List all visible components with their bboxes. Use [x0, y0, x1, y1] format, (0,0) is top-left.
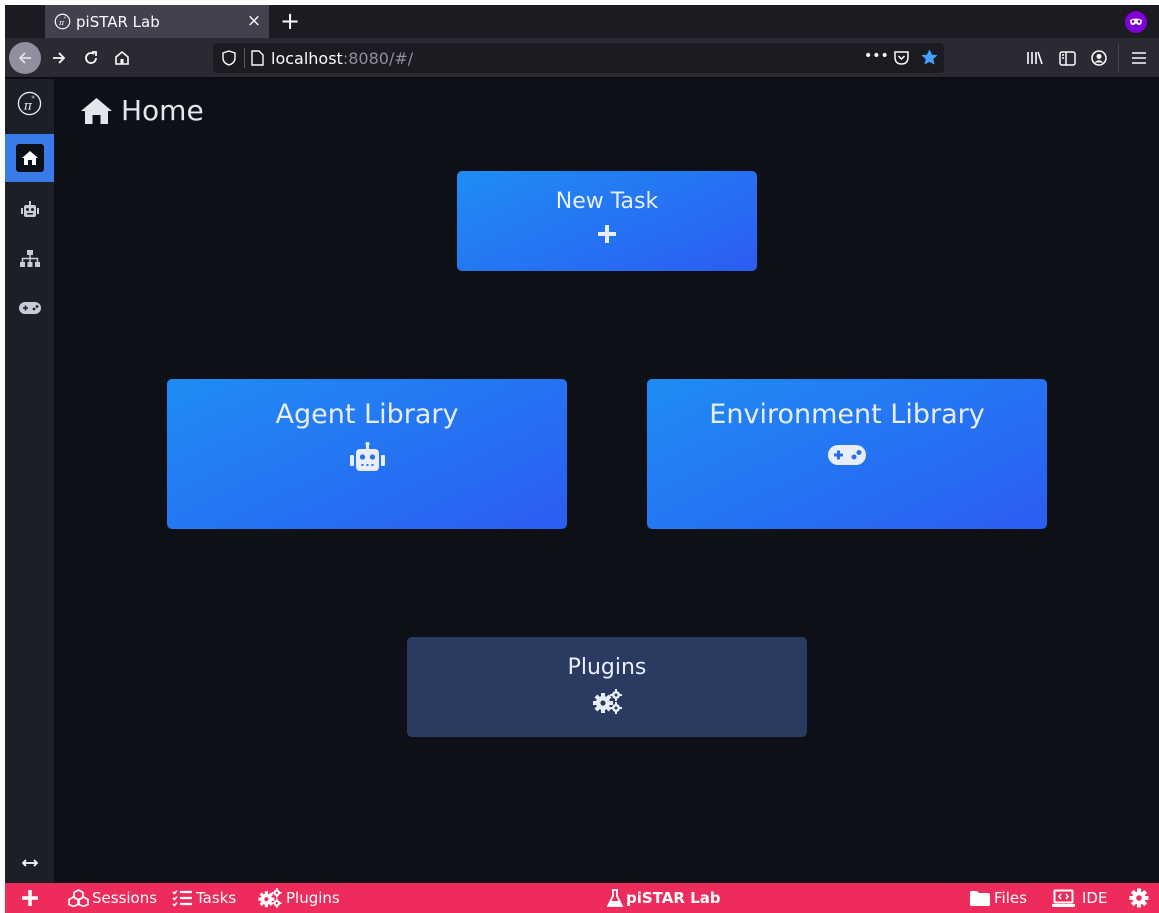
- gear-icon: [1129, 888, 1149, 908]
- sidebar-item-environments[interactable]: [5, 284, 54, 332]
- pi-logo-icon[interactable]: π *: [17, 91, 42, 116]
- forward-button[interactable]: [43, 42, 75, 74]
- environment-library-card[interactable]: Environment Library: [647, 379, 1047, 529]
- url-host: localhost: [271, 49, 343, 68]
- url-separator: [244, 48, 245, 68]
- hamburger-menu-icon: [1132, 52, 1146, 64]
- page-title: Home: [80, 94, 204, 127]
- gamepad-icon: [18, 302, 41, 314]
- reload-icon: [85, 51, 97, 64]
- plus-icon: [22, 890, 38, 906]
- bookmark-star-icon[interactable]: [920, 48, 939, 67]
- cubes-icon: [68, 889, 89, 907]
- sidebar-icon: [1058, 50, 1076, 66]
- flask-icon: [607, 888, 623, 907]
- tab-close-icon[interactable]: ×: [245, 11, 263, 31]
- files-button[interactable]: Files: [969, 883, 1027, 913]
- sidebar-toggle-button[interactable]: [1051, 42, 1083, 74]
- environment-library-label: Environment Library: [709, 399, 985, 430]
- settings-button[interactable]: [1129, 883, 1149, 913]
- laptop-code-icon: [1052, 889, 1075, 907]
- sidebar-home-box: [15, 144, 44, 172]
- back-button[interactable]: [9, 42, 41, 74]
- svg-text:*: *: [64, 16, 66, 22]
- app-sidebar: π *: [5, 79, 54, 883]
- gamepad-icon: [828, 445, 866, 465]
- robot-icon: [349, 442, 385, 471]
- tab-bar: π * piSTAR Lab × +: [5, 5, 1159, 38]
- url-text[interactable]: localhost:8080/#/: [271, 49, 413, 68]
- tasks-label: Tasks: [196, 889, 237, 907]
- page-title-text: Home: [121, 94, 204, 127]
- arrow-right-icon: [53, 52, 66, 64]
- app-menu-button[interactable]: [1123, 42, 1155, 74]
- agent-library-label: Agent Library: [275, 399, 459, 430]
- sessions-button[interactable]: Sessions: [68, 883, 157, 913]
- app-name-button[interactable]: piSTAR Lab: [607, 883, 721, 913]
- plus-icon: [598, 225, 616, 243]
- url-bar[interactable]: localhost:8080/#/ •••: [213, 43, 944, 73]
- arrows-h-icon: [21, 859, 38, 867]
- tasks-list-icon: [172, 889, 192, 907]
- private-browsing-icon: [1125, 11, 1147, 33]
- plugins-label: Plugins: [567, 655, 647, 680]
- ide-label: IDE: [1082, 889, 1108, 907]
- files-label: Files: [994, 889, 1027, 907]
- new-tab-button[interactable]: +: [277, 8, 303, 34]
- sidebar-expand-button[interactable]: [5, 851, 54, 875]
- cogs-icon: [592, 689, 622, 714]
- sessions-label: Sessions: [92, 889, 158, 907]
- shield-icon[interactable]: [222, 50, 236, 66]
- library-icon: [1027, 51, 1043, 65]
- nav-divider: [1118, 44, 1119, 72]
- pi-favicon-icon: π *: [54, 13, 71, 30]
- tasks-button[interactable]: Tasks: [172, 883, 236, 913]
- agent-library-card[interactable]: Agent Library: [167, 379, 567, 529]
- sidebar-item-agents[interactable]: [5, 185, 54, 233]
- page-icon[interactable]: [251, 50, 264, 66]
- url-path: :8080/#/: [342, 49, 414, 68]
- app-name-label: piSTAR Lab: [626, 889, 721, 907]
- plugins-button[interactable]: Plugins: [257, 883, 340, 913]
- ide-button[interactable]: IDE: [1052, 883, 1107, 913]
- bottom-status-bar: Sessions Tasks Plugins piSTAR Lab Files …: [5, 883, 1159, 913]
- new-button[interactable]: [21, 883, 39, 913]
- browser-window: π * piSTAR Lab × + localhost:8080/#/ •••…: [5, 5, 1159, 913]
- home-icon: [21, 151, 38, 165]
- navigation-bar: localhost:8080/#/ •••: [5, 38, 1159, 78]
- tab-title: piSTAR Lab: [76, 13, 160, 31]
- arrow-left-icon: [18, 52, 31, 64]
- home-button[interactable]: [106, 42, 138, 74]
- cogs-icon: [258, 888, 282, 908]
- page-actions-menu[interactable]: •••: [864, 48, 889, 64]
- pocket-icon[interactable]: [893, 49, 910, 66]
- library-button[interactable]: [1019, 42, 1051, 74]
- sitemap-icon: [19, 250, 40, 267]
- reload-button[interactable]: [75, 42, 107, 74]
- sidebar-item-components[interactable]: [5, 235, 54, 283]
- svg-text:*: *: [31, 95, 35, 103]
- robot-icon: [20, 200, 39, 217]
- house-outline-icon: [115, 50, 129, 65]
- plugins-bar-label: Plugins: [286, 889, 340, 907]
- plugins-card[interactable]: Plugins: [407, 637, 807, 737]
- new-task-card[interactable]: New Task: [457, 171, 757, 271]
- home-icon: [81, 97, 112, 124]
- tab-pistar-lab[interactable]: π * piSTAR Lab ×: [45, 5, 269, 38]
- sidebar-item-home[interactable]: [5, 134, 54, 182]
- account-icon: [1091, 50, 1107, 66]
- main-content: Home New Task Agent Library Environment …: [54, 79, 1159, 883]
- account-button[interactable]: [1083, 42, 1115, 74]
- new-task-label: New Task: [555, 189, 659, 214]
- folder-icon: [970, 890, 990, 906]
